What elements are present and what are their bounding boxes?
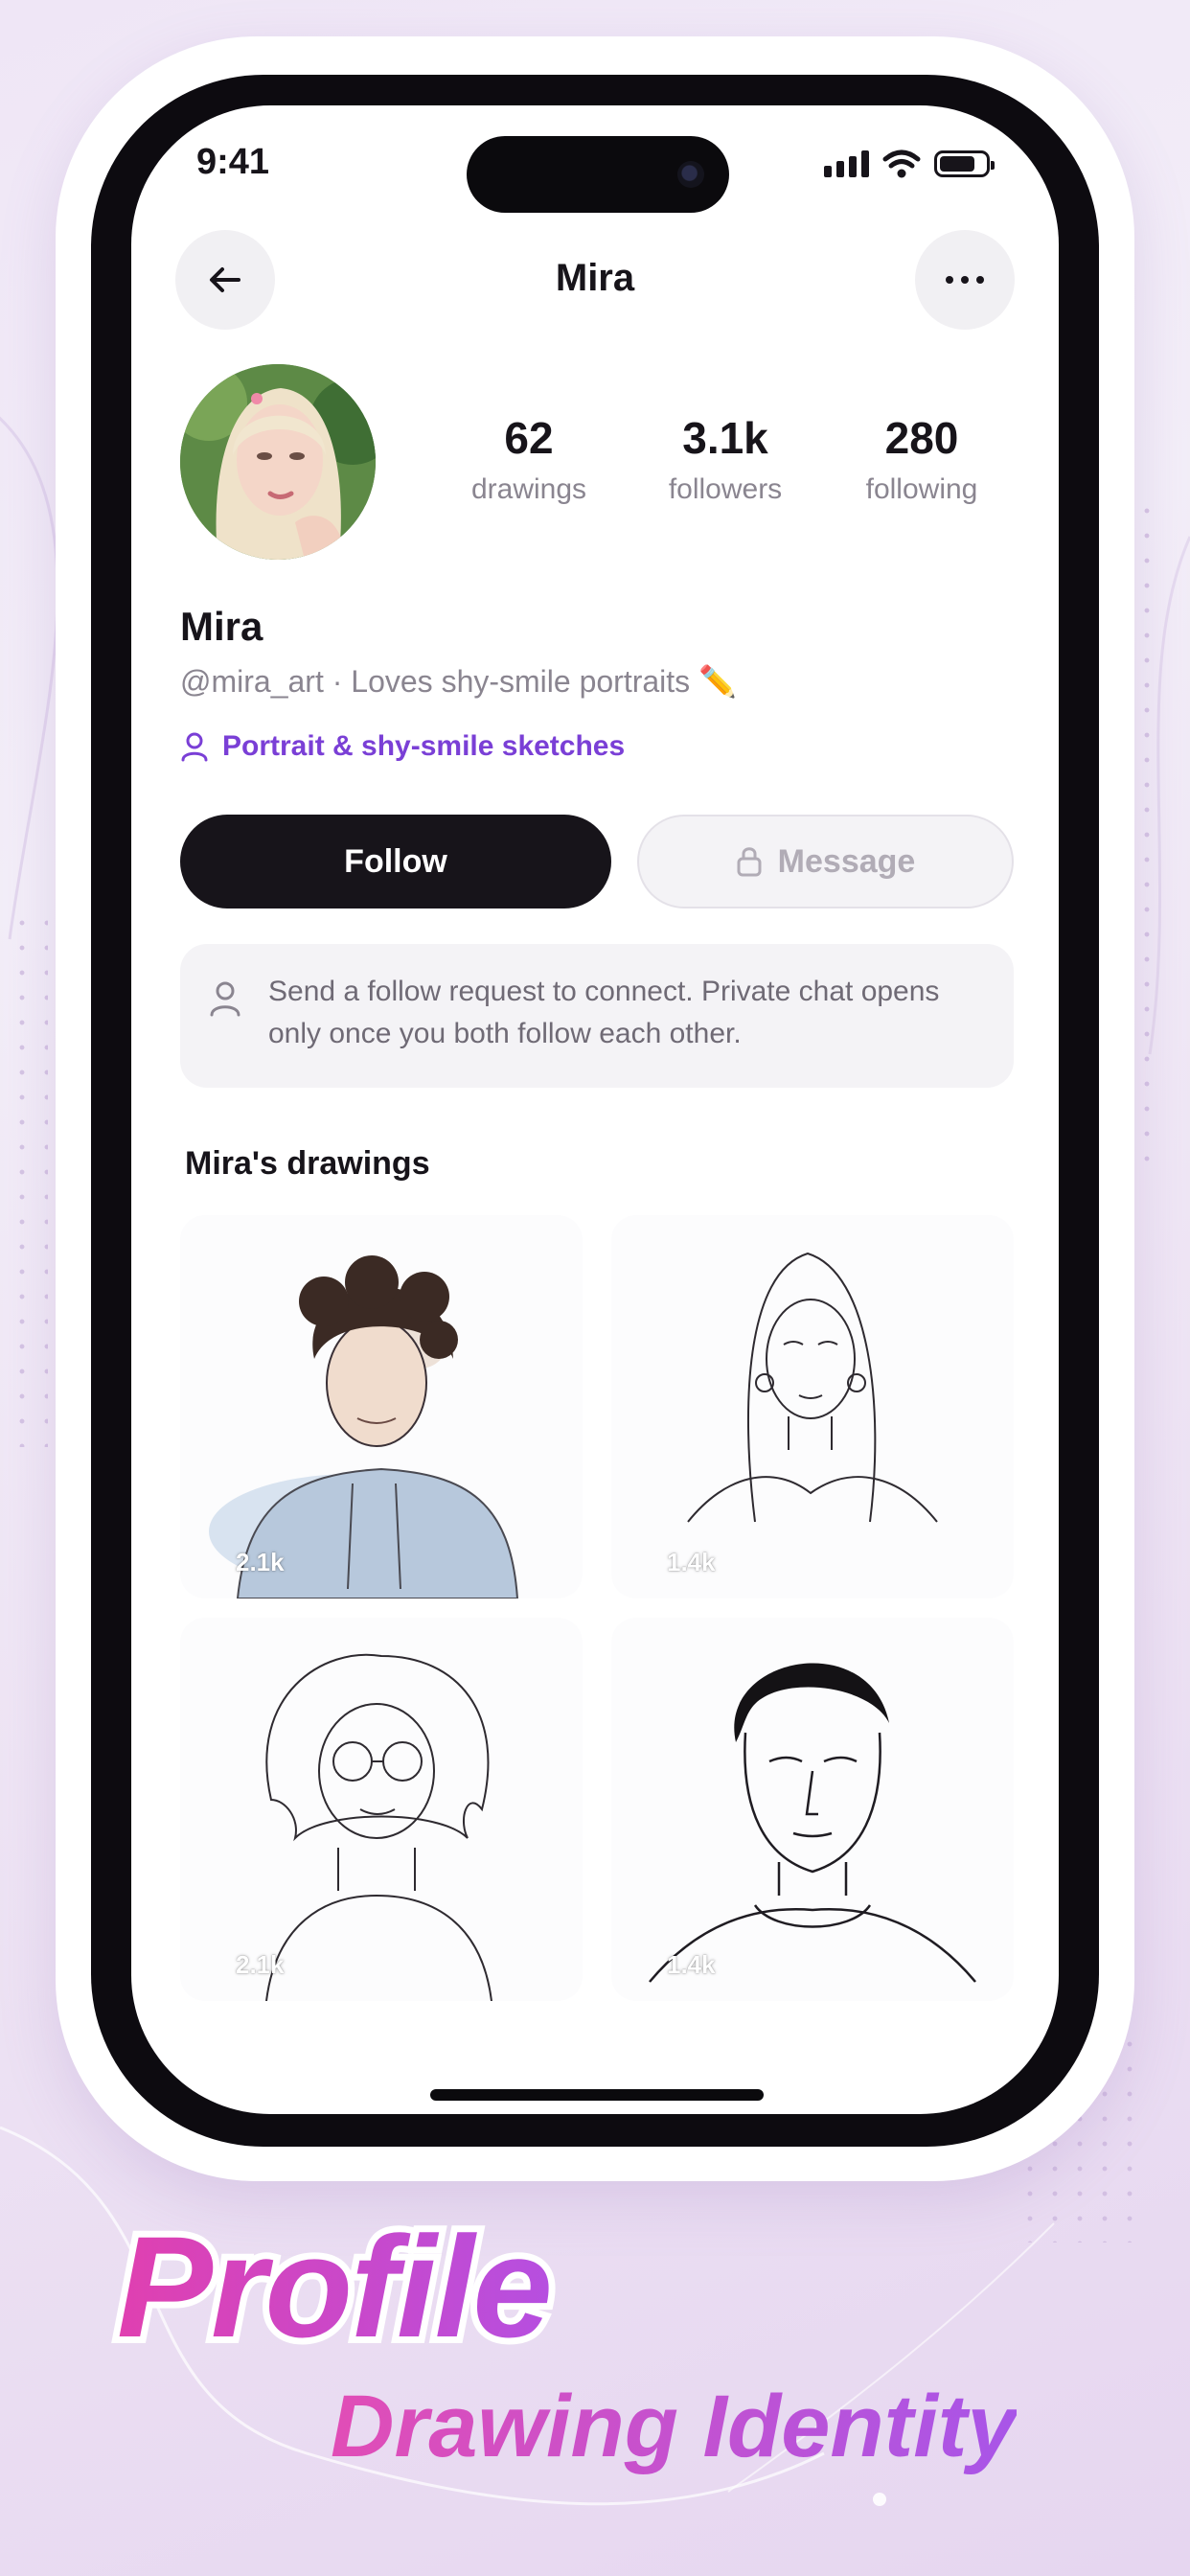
battery-icon [934, 150, 995, 177]
phone-screen: 9:41 Mira 62 drawings 3.1k followers 280… [131, 105, 1059, 2114]
promo-headline: Profile [117, 2204, 553, 2370]
profile-specialty-label: Portrait & shy-smile sketches [222, 730, 626, 762]
stat-value: 62 [504, 413, 554, 463]
stat-value: 280 [884, 413, 959, 463]
stat-value: 3.1k [682, 413, 768, 463]
stat-following[interactable]: 280 following [831, 412, 1013, 506]
avatar[interactable] [180, 364, 376, 560]
person-icon [210, 981, 240, 1017]
cellular-signal-icon [824, 150, 869, 177]
drawing-like-count: 2.1k [236, 1548, 285, 1576]
drawing-glasses-woman [265, 1653, 492, 2001]
drawing-tile[interactable]: 1.4k [611, 1215, 1014, 1598]
ellipsis-icon [946, 276, 984, 284]
message-button[interactable]: Message [637, 815, 1014, 908]
dot-pattern [10, 910, 48, 1447]
follow-notice: Send a follow request to connect. Privat… [180, 944, 1014, 1088]
promo-subline: Drawing Identity [331, 2378, 1017, 2475]
drawing-tile[interactable]: 2.1k [180, 1618, 583, 2001]
drawing-like-count: 2.1k [236, 1950, 285, 1979]
drawing-curly-man [209, 1255, 519, 1598]
profile-name: Mira [180, 604, 263, 649]
stat-label: following [865, 473, 978, 505]
follow-notice-text: Send a follow request to connect. Privat… [268, 976, 940, 1049]
status-icons [824, 150, 995, 178]
drawing-long-hair-woman [687, 1252, 938, 1523]
camera-icon [677, 161, 704, 188]
stat-label: followers [668, 473, 783, 505]
profile-stats: 62 drawings 3.1k followers 280 following [438, 412, 1013, 506]
drawing-tile[interactable]: 1.4k [611, 1618, 1014, 2001]
message-button-label: Message [777, 842, 916, 880]
drawing-tile[interactable]: 2.1k [180, 1215, 583, 1598]
drawing-slick-hair-man [649, 1663, 976, 1983]
drawings-section-title: Mira's drawings [185, 1145, 430, 1182]
profile-specialty: Portrait & shy-smile sketches [180, 730, 625, 763]
follow-button[interactable]: Follow [180, 815, 611, 908]
drawing-like-count: 1.4k [667, 1950, 716, 1979]
stat-followers[interactable]: 3.1k followers [634, 412, 816, 506]
wifi-icon [882, 150, 921, 178]
profile-bio: @mira_art · Loves shy-smile portraits ✏️ [180, 664, 737, 699]
stat-drawings[interactable]: 62 drawings [438, 412, 620, 506]
more-options-button[interactable] [915, 230, 1015, 330]
status-time: 9:41 [196, 142, 270, 182]
dynamic-island [467, 136, 729, 213]
avatar-portrait [180, 364, 376, 560]
drawing-like-count: 1.4k [667, 1548, 716, 1576]
person-icon [181, 732, 208, 762]
drawings-grid: 2.1k 1.4k 2.1k 1.4k [180, 1215, 1014, 2011]
home-indicator[interactable] [430, 2089, 764, 2101]
lock-icon [737, 847, 762, 877]
stat-label: drawings [470, 473, 587, 505]
